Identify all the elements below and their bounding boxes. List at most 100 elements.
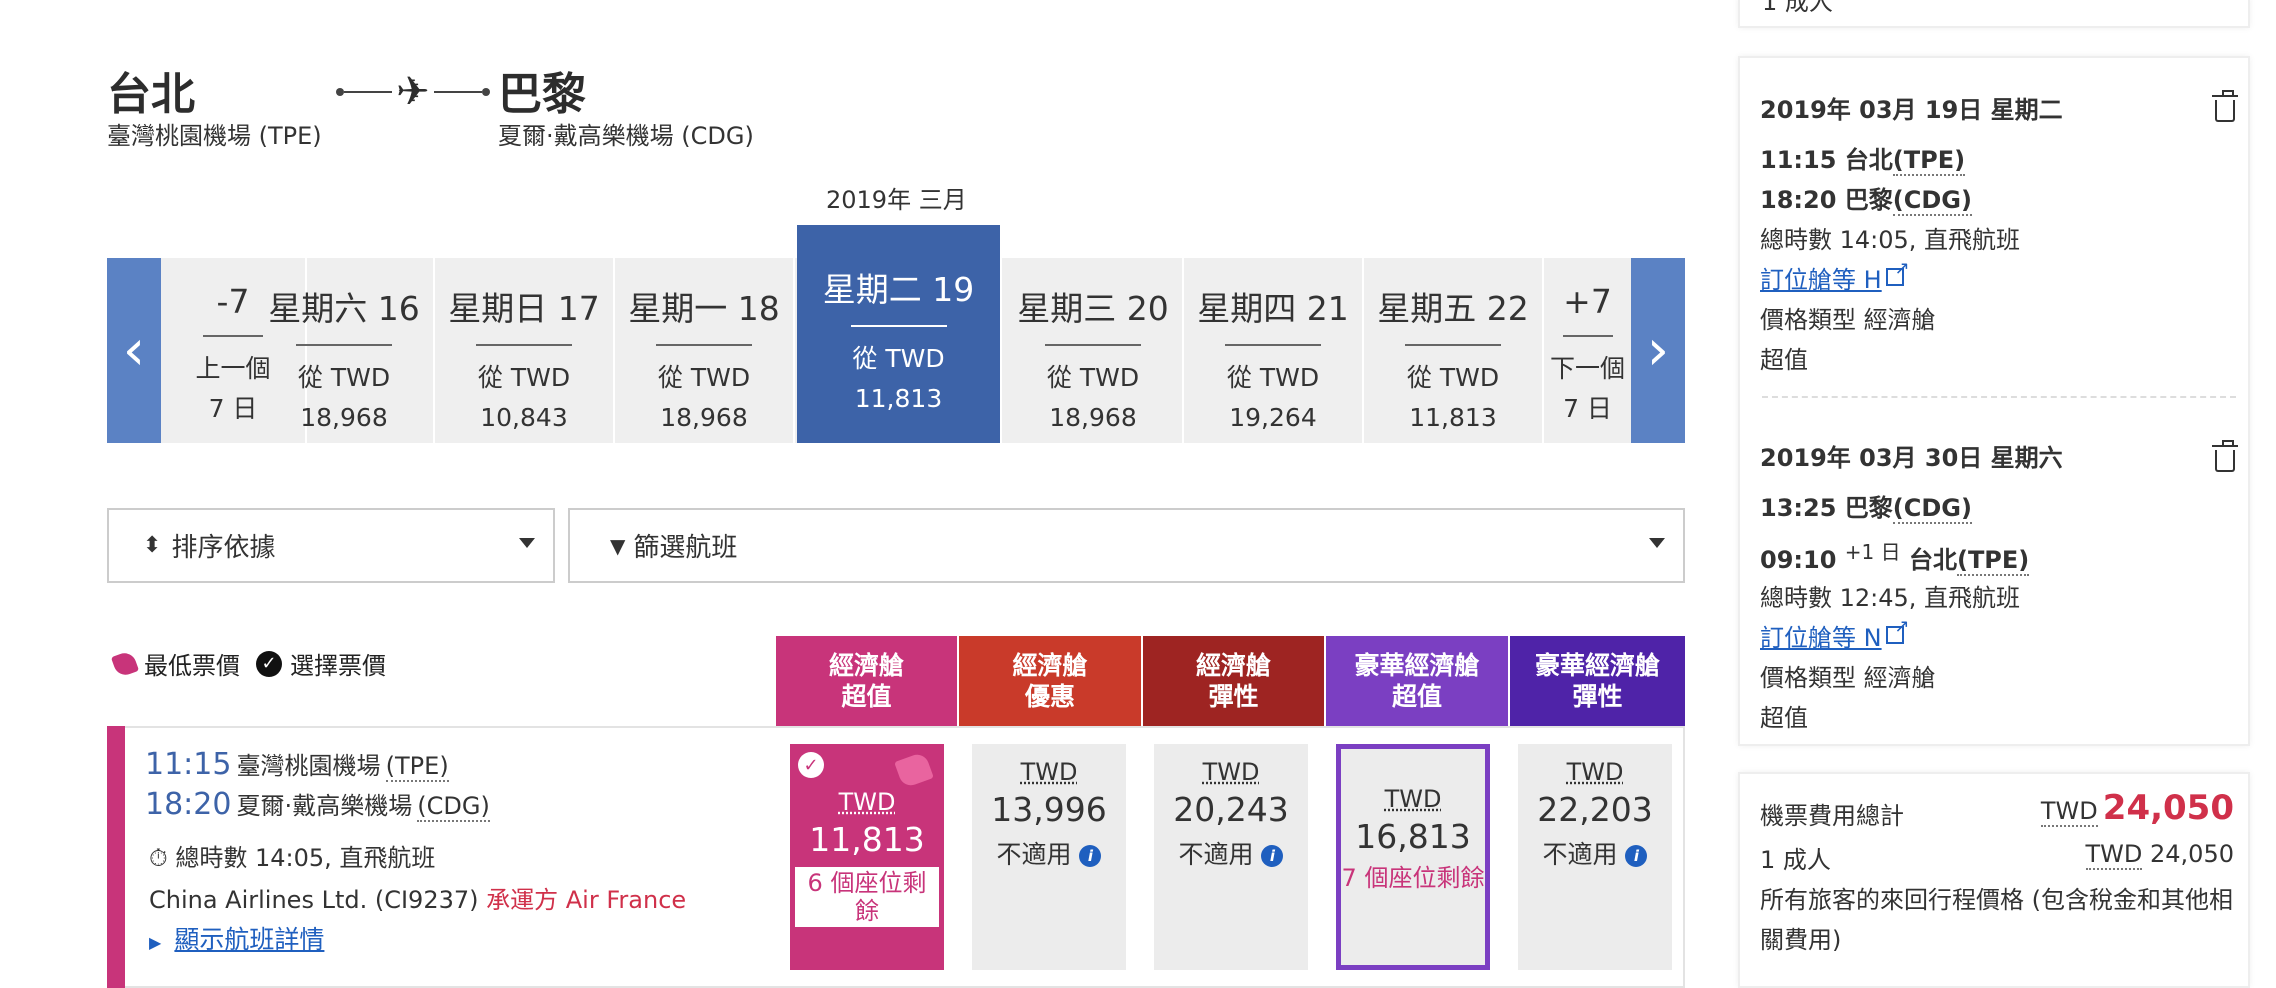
date-option-21[interactable]: 星期四 21 從 TWD 19,264 [1184,258,1364,443]
fare-currency: TWD [1384,785,1442,813]
filter-dropdown[interactable]: ▼ 篩選航班 [568,508,1685,583]
date-from-label: 從 TWD [297,363,391,392]
fare-currency: TWD [838,788,896,816]
fare-not-applicable: 不適用 [996,840,1072,869]
info-icon[interactable]: i [1261,845,1284,867]
fare-economy-flex[interactable]: TWD 20,243 不適用 i [1154,744,1308,970]
pax-price: TWD 24,050 [2085,840,2234,870]
next-week-label: +7 [1563,282,1612,321]
inbound-departure: 13:25 巴黎(CDG) [1760,494,1972,524]
date-from-label: 從 TWD [1406,363,1500,392]
arrival-time: 18:20 [145,787,232,822]
check-circle-icon: ✓ [256,650,282,677]
inbound-date: 2019年 03月 30日 星期六 [1760,444,2063,472]
fare-currency: TWD [1202,758,1260,786]
fare-amount: 22,203 [1537,790,1653,829]
date-from-label: 從 TWD [657,363,751,392]
outbound-duration: 總時數 14:05, 直飛航班 [1760,226,2021,254]
date-option-18[interactable]: 星期一 18 從 TWD 18,968 [615,258,795,443]
duration-line: ⏱ 總時數 14:05, 直飛航班 [149,838,435,873]
total-price: TWD 24,050 [2040,788,2234,828]
fare-premium-flex[interactable]: TWD 22,203 不適用 i [1518,744,1672,970]
total-label: 機票費用總計 [1760,802,1904,830]
inbound-fare-name: 超值 [1760,704,1808,732]
fare-amount: 16,813 [1355,817,1471,856]
date-carousel: ‹ -7 上一個 7 日 星期六 16 從 TWD 18,968 星期日 17 … [107,225,1685,443]
passenger-summary-card: 1 成人 [1738,0,2250,28]
inbound-booking-class-link[interactable]: 訂位艙等 N [1760,616,1910,653]
destination-airport: 夏爾·戴高樂機場 (CDG) [498,122,754,150]
date-price: 18,968 [1049,403,1137,432]
prev-week-arrow[interactable]: ‹ [107,258,161,443]
date-option-16[interactable]: 星期六 16 從 TWD 18,968 [255,258,435,443]
date-name: 星期六 16 [268,289,420,328]
departure-line: 11:15 臺灣桃園機場 (TPE) [145,746,449,782]
date-option-20[interactable]: 星期三 20 從 TWD 18,968 [1004,258,1184,443]
date-name: 星期一 18 [628,289,780,328]
chevron-down-icon [1649,538,1665,548]
date-price: 11,813 [1409,403,1497,432]
departure-code: (TPE) [385,752,449,782]
date-from-label: 從 TWD [477,363,571,392]
filter-icon: ▼ [610,533,626,558]
arrival-code: (CDG) [417,792,490,822]
seats-remaining: 7 個座位剩餘 [1341,864,1485,892]
next-week-arrow[interactable]: › [1631,258,1685,443]
outbound-fare-name: 超值 [1760,346,1808,374]
next-week-button[interactable]: +7 下一個 7 日 [1544,258,1631,443]
arrival-airport: 夏爾·戴高樂機場 [236,792,413,820]
inbound-arrival: 09:10 +1 日 台北(TPE) [1760,540,2030,576]
date-from-label: 從 TWD [1046,363,1140,392]
date-option-17[interactable]: 星期日 17 從 TWD 10,843 [435,258,615,443]
total-amount: 24,050 [2102,788,2234,828]
inbound-fare-type: 價格類型 經濟艙 [1760,664,1936,692]
departure-time: 11:15 [145,747,232,782]
outbound-arrival: 18:20 巴黎(CDG) [1760,186,1972,216]
date-name: 星期三 20 [1017,289,1169,328]
fare-economy-saver[interactable]: TWD 13,996 不適用 i [972,744,1126,970]
fare-premium-value[interactable]: TWD 16,813 7 個座位剩餘 [1336,744,1490,970]
flight-details-link[interactable]: 顯示航班詳情 [174,925,324,954]
departure-airport: 臺灣桃園機場 [236,752,381,780]
trash-icon[interactable] [2212,90,2238,122]
external-link-icon [1885,616,1910,644]
itinerary-divider [1762,396,2236,398]
date-option-22[interactable]: 星期五 22 從 TWD 11,813 [1364,258,1544,443]
filter-label: 篩選航班 [633,533,738,563]
fare-amount: 13,996 [991,790,1107,829]
fare-amount: 11,813 [809,820,925,859]
price-tag-icon [110,649,140,678]
date-name: 星期四 21 [1197,289,1349,328]
external-link-icon [1885,258,1910,286]
outbound-fare-type: 價格類型 經濟艙 [1760,306,1936,334]
carrier-line: China Airlines Ltd. (CI9237) 承運方 Air Fra… [149,880,686,915]
fare-legend: 最低票價 ✓ 選擇票價 [110,646,386,681]
fare-currency: TWD [1020,758,1078,786]
flight-details-toggle[interactable]: ▶ 顯示航班詳情 [149,920,324,956]
passenger-count-cutoff: 1 成人 [1762,0,1833,16]
legend-lowest: 最低票價 [144,652,240,680]
info-icon[interactable]: i [1625,845,1648,867]
outbound-date: 2019年 03月 19日 星期二 [1760,96,2063,124]
route-arrow: ✈ [336,72,490,112]
total-currency: TWD [2040,797,2098,827]
carrier-name: China Airlines Ltd. (CI9237) [149,886,479,914]
fare-not-applicable: 不適用 [1178,840,1254,869]
next-week-line2: 7 日 [1563,394,1612,423]
info-icon[interactable]: i [1079,845,1102,867]
outbound-booking-class-link[interactable]: 訂位艙等 H [1760,258,1910,295]
chevron-down-icon [519,538,535,548]
inbound-duration: 總時數 12:45, 直飛航班 [1760,584,2021,612]
caret-right-icon: ▶ [149,933,162,952]
date-price: 19,264 [1229,403,1317,432]
date-option-19-selected[interactable]: 星期二 19 從 TWD 11,813 [797,225,1002,443]
date-price: 18,968 [660,403,748,432]
cabin-header-premium-flex: 豪華經濟艙 彈性 [1510,636,1685,726]
fare-economy-value-selected[interactable]: ✓ TWD 11,813 6 個座位剩餘 [790,744,944,970]
cabin-header-premium-value: 豪華經濟艙 超值 [1326,636,1508,726]
sort-dropdown[interactable]: ⬍ 排序依據 [107,508,555,583]
fare-not-applicable: 不適用 [1542,840,1618,869]
seats-remaining: 6 個座位剩餘 [795,867,939,927]
trash-icon[interactable] [2212,440,2238,472]
outbound-departure: 11:15 台北(TPE) [1760,146,1966,176]
